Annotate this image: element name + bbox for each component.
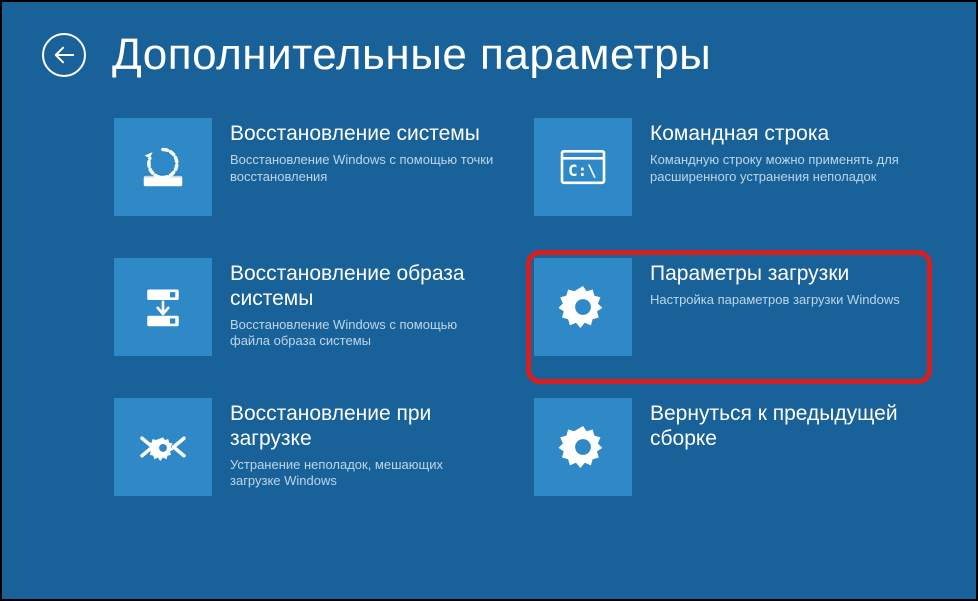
tile-text: Командная строка Командную строку можно … — [632, 118, 924, 236]
tile-title: Восстановление образа системы — [230, 262, 494, 312]
window-frame: Дополнительные параметры Восстановление … — [0, 0, 978, 601]
tile-desc: Восстановление Windows с помощью файла о… — [230, 317, 494, 351]
tile-system-restore[interactable]: Восстановление системы Восстановление Wi… — [114, 118, 504, 236]
svg-text:C:\: C:\ — [568, 161, 596, 180]
tile-text: Восстановление системы Восстановление Wi… — [212, 118, 504, 236]
tile-desc: Настройка параметров загрузки Windows — [650, 292, 914, 309]
tile-text: Параметры загрузки Настройка параметров … — [632, 258, 924, 376]
back-button[interactable] — [42, 33, 86, 77]
tile-revert-build[interactable]: Вернуться к предыдущей сборке — [534, 398, 924, 516]
tile-title: Вернуться к предыдущей сборке — [650, 402, 914, 452]
image-recovery-icon — [114, 258, 212, 356]
command-prompt-icon: C:\ — [534, 118, 632, 216]
header: Дополнительные параметры — [42, 30, 936, 80]
tile-text: Восстановление при загрузке Устранение н… — [212, 398, 504, 516]
tile-startup-settings[interactable]: Параметры загрузки Настройка параметров … — [526, 250, 932, 384]
tile-title: Параметры загрузки — [650, 262, 914, 287]
revert-build-icon — [534, 398, 632, 496]
tile-title: Восстановление системы — [230, 122, 494, 147]
page-title: Дополнительные параметры — [112, 30, 711, 80]
startup-settings-icon — [534, 258, 632, 356]
tile-title: Восстановление при загрузке — [230, 402, 494, 452]
tile-image-recovery[interactable]: Восстановление образа системы Восстановл… — [114, 258, 504, 376]
tile-startup-repair[interactable]: Восстановление при загрузке Устранение н… — [114, 398, 504, 516]
tile-text: Восстановление образа системы Восстановл… — [212, 258, 504, 376]
options-grid: Восстановление системы Восстановление Wi… — [114, 118, 936, 516]
tile-command-prompt[interactable]: C:\ Командная строка Командную строку мо… — [534, 118, 924, 236]
tile-desc: Восстановление Windows с помощью точки в… — [230, 152, 494, 186]
system-restore-icon — [114, 118, 212, 216]
tile-desc: Командную строку можно применять для рас… — [650, 152, 914, 186]
startup-repair-icon — [114, 398, 212, 496]
back-arrow-icon — [53, 44, 75, 66]
tile-title: Командная строка — [650, 122, 914, 147]
tile-desc: Устранение неполадок, мешающих загрузке … — [230, 457, 494, 491]
tile-text: Вернуться к предыдущей сборке — [632, 398, 924, 516]
